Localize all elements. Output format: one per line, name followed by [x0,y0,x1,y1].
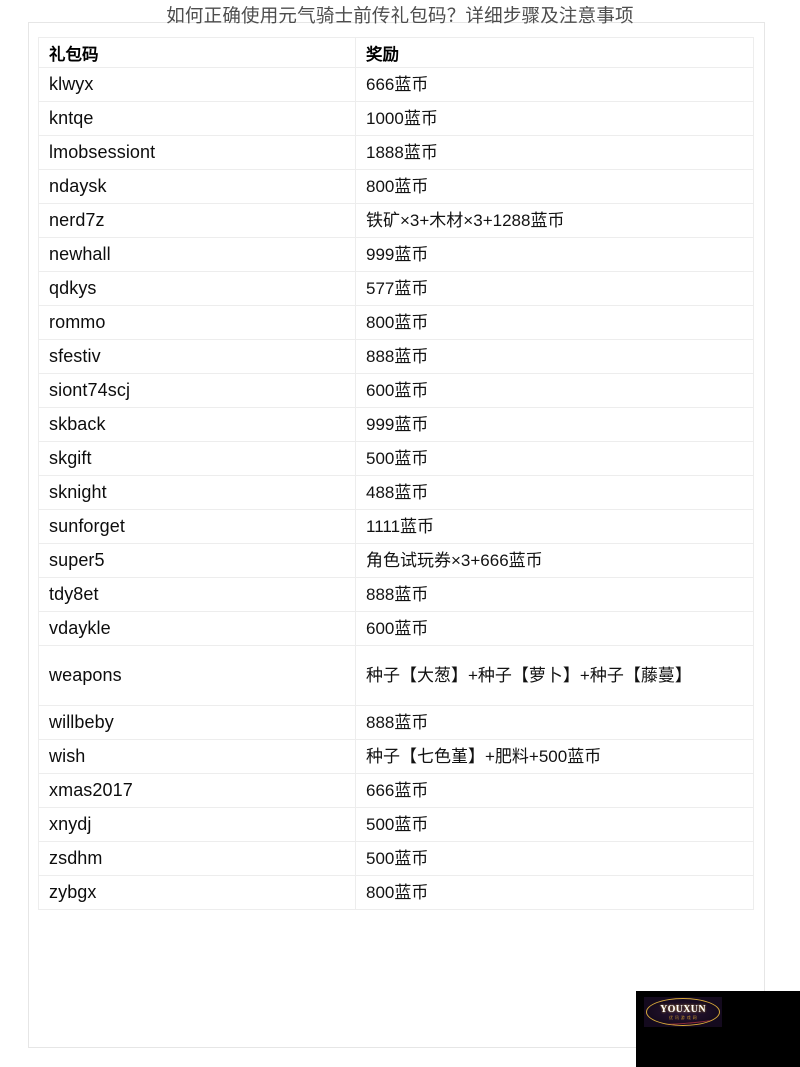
reward-cell: 铁矿×3+木材×3+1288蓝币 [355,203,754,238]
table-header-row: 礼包码 奖励 [38,37,754,68]
column-header-reward: 奖励 [355,37,754,68]
logo-swoosh-icon [647,1010,719,1025]
reward-cell: 种子【大葱】+种子【萝卜】+种子【藤蔓】 [355,645,754,706]
youxun-logo-icon: YOUXUN 优 讯 游 戏 网 [644,997,722,1027]
gift-code-cell[interactable]: vdaykle [38,611,356,646]
reward-cell: 1888蓝币 [355,135,754,170]
gift-code-cell[interactable]: xnydj [38,807,356,842]
reward-cell: 666蓝币 [355,773,754,808]
table-row: xmas2017 666蓝币 [38,773,754,808]
reward-cell: 577蓝币 [355,271,754,306]
table-row: tdy8et 888蓝币 [38,577,754,612]
gift-code-cell[interactable]: qdkys [38,271,356,306]
gift-code-table: 礼包码 奖励 klwyx 666蓝币 kntqe 1000蓝币 lmobsessiont… [38,37,754,910]
table-row: lmobsessiont 1888蓝币 [38,135,754,170]
reward-cell: 角色试玩券×3+666蓝币 [355,543,754,578]
table-body: klwyx 666蓝币 kntqe 1000蓝币 lmobsessiont 1888蓝币 n… [38,67,754,910]
reward-cell: 1111蓝币 [355,509,754,544]
gift-code-cell[interactable]: siont74scj [38,373,356,408]
table-row: wish 种子【七色堇】+肥料+500蓝币 [38,739,754,774]
page-title: 如何正确使用元气骑士前传礼包码？详细步骤及注意事项 [166,5,634,26]
table-row: sunforget 1111蓝币 [38,509,754,544]
table-row: skgift 500蓝币 [38,441,754,476]
gift-code-cell[interactable]: skback [38,407,356,442]
reward-cell: 500蓝币 [355,807,754,842]
gift-code-cell[interactable]: tdy8et [38,577,356,612]
gift-code-cell[interactable]: nerd7z [38,203,356,238]
gift-code-cell[interactable]: kntqe [38,101,356,136]
table-row: sfestiv 888蓝币 [38,339,754,374]
table-header: 礼包码 奖励 [38,37,754,68]
table-row: kntqe 1000蓝币 [38,101,754,136]
reward-cell: 888蓝币 [355,705,754,740]
gift-code-cell[interactable]: xmas2017 [38,773,356,808]
table-row: sknight 488蓝币 [38,475,754,510]
table-row: newhall 999蓝币 [38,237,754,272]
table-row: klwyx 666蓝币 [38,67,754,102]
gift-code-cell[interactable]: willbeby [38,705,356,740]
table-row: vdaykle 600蓝币 [38,611,754,646]
table-row: ndaysk 800蓝币 [38,169,754,204]
gift-code-cell[interactable]: lmobsessiont [38,135,356,170]
reward-cell: 600蓝币 [355,373,754,408]
gift-code-cell[interactable]: super5 [38,543,356,578]
logo-ellipse-shape: YOUXUN 优 讯 游 戏 网 [646,998,720,1026]
table-row: zybgx 800蓝币 [38,875,754,910]
gift-code-cell[interactable]: sfestiv [38,339,356,374]
reward-cell: 488蓝币 [355,475,754,510]
reward-cell: 1000蓝币 [355,101,754,136]
reward-cell: 999蓝币 [355,407,754,442]
gift-code-cell[interactable]: sknight [38,475,356,510]
reward-cell: 600蓝币 [355,611,754,646]
gift-code-table-wrapper: 礼包码 奖励 klwyx 666蓝币 kntqe 1000蓝币 lmobsessiont… [38,37,754,910]
gift-code-cell[interactable]: zybgx [38,875,356,910]
gift-code-cell[interactable]: newhall [38,237,356,272]
reward-cell: 800蓝币 [355,875,754,910]
reward-cell: 666蓝币 [355,67,754,102]
gift-code-cell[interactable]: ndaysk [38,169,356,204]
gift-code-cell[interactable]: klwyx [38,67,356,102]
gift-code-cell[interactable]: wish [38,739,356,774]
table-row: zsdhm 500蓝币 [38,841,754,876]
reward-cell: 800蓝币 [355,305,754,340]
table-row: super5 角色试玩券×3+666蓝币 [38,543,754,578]
gift-code-cell[interactable]: weapons [38,645,356,706]
table-row: rommo 800蓝币 [38,305,754,340]
column-header-code: 礼包码 [38,37,356,68]
table-row: siont74scj 600蓝币 [38,373,754,408]
reward-cell: 500蓝币 [355,841,754,876]
reward-cell: 888蓝币 [355,577,754,612]
table-row: qdkys 577蓝币 [38,271,754,306]
watermark-block: YOUXUN 优 讯 游 戏 网 [636,991,800,1067]
reward-cell: 800蓝币 [355,169,754,204]
gift-code-cell[interactable]: skgift [38,441,356,476]
reward-cell: 999蓝币 [355,237,754,272]
table-row: xnydj 500蓝币 [38,807,754,842]
table-row: skback 999蓝币 [38,407,754,442]
gift-code-cell[interactable]: rommo [38,305,356,340]
table-row: nerd7z 铁矿×3+木材×3+1288蓝币 [38,203,754,238]
gift-code-cell[interactable]: sunforget [38,509,356,544]
reward-cell: 500蓝币 [355,441,754,476]
table-row: willbeby 888蓝币 [38,705,754,740]
reward-cell: 888蓝币 [355,339,754,374]
table-row: weapons 种子【大葱】+种子【萝卜】+种子【藤蔓】 [38,645,754,706]
reward-cell: 种子【七色堇】+肥料+500蓝币 [355,739,754,774]
gift-code-cell[interactable]: zsdhm [38,841,356,876]
